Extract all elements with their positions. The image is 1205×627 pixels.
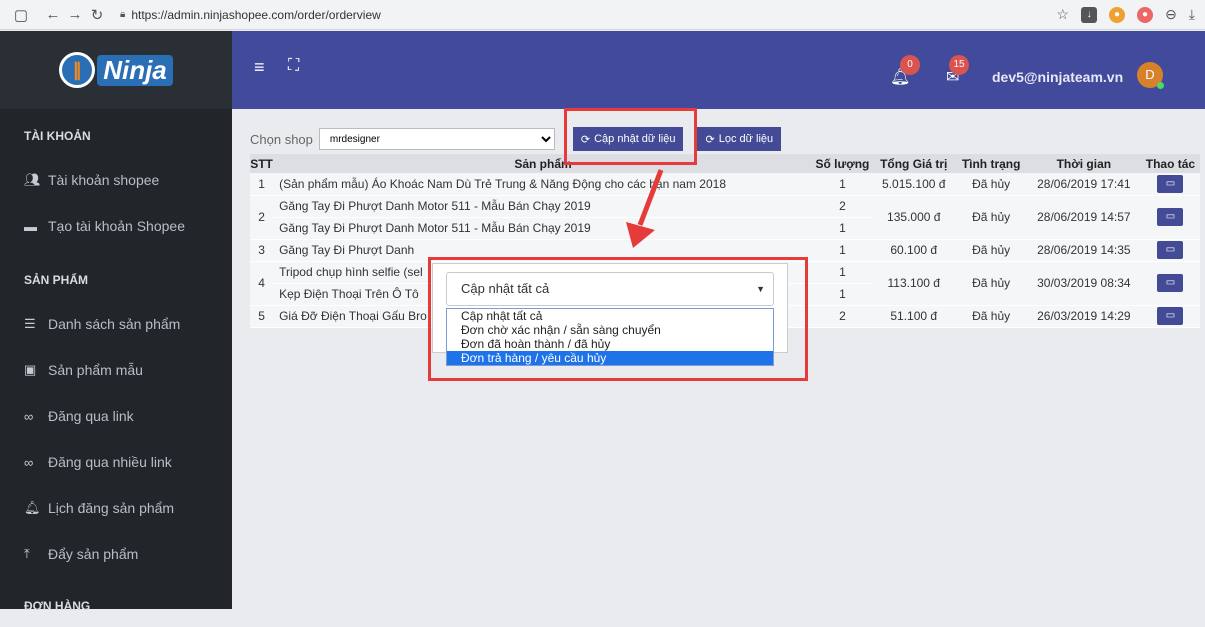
tab-icon[interactable]: ▢ [10, 6, 32, 24]
upload-icon: ⤒ [24, 546, 30, 561]
sidebar-item-push-products[interactable]: ⤒ Đẩy sản phẩm [0, 531, 232, 577]
user-email[interactable]: dev5@ninjateam.vn [992, 69, 1123, 85]
file-icon: ▣ [24, 362, 37, 377]
hamburger-icon[interactable]: ≡ [254, 57, 265, 78]
ninja-logo[interactable]: ∥ Ninja [59, 52, 173, 88]
notification-count-badge: 0 [900, 55, 920, 75]
sidebar-item-shopee-accounts[interactable]: 👥︎ Tài khoản shopee [0, 157, 232, 203]
extension-icon[interactable]: ● [1109, 6, 1126, 23]
browser-toolbar: ▢ ← → ↻ 🔒︎ https://admin.ninjashopee.com… [0, 0, 1205, 30]
store-icon: ▬ [24, 218, 37, 234]
download-extension-icon[interactable]: ↓ [1081, 6, 1098, 23]
link-icon: ∞ [24, 454, 34, 470]
fullscreen-icon[interactable]: ⛶ [288, 57, 299, 75]
sidebar-section-orders: ĐƠN HÀNG [24, 599, 91, 613]
table-row: 1 (Sản phẩm mẫu) Áo Khoác Nam Dù Trẻ Tru… [250, 173, 1200, 196]
filter-data-button[interactable]: ⟳ Lọc dữ liệu [697, 127, 782, 151]
refresh-icon: ⟳ [705, 133, 715, 146]
url-text: https://admin.ninjashopee.com/order/orde… [131, 7, 381, 22]
profile-icon[interactable]: ⊖ [1165, 6, 1177, 23]
sidebar-section-account: TÀI KHOẢN [24, 129, 91, 143]
col-header: Số lượng [812, 154, 872, 173]
reload-icon[interactable]: ↻ [86, 6, 108, 24]
sidebar-item-post-multiple-links[interactable]: ∞ Đăng qua nhiều link [0, 439, 232, 485]
col-header: Thời gian [1026, 154, 1141, 173]
extension-icon[interactable]: ● [1137, 6, 1154, 23]
col-header: Sản phẩm [273, 154, 813, 173]
users-icon: 👥︎ [24, 172, 41, 187]
sidebar-item-post-via-link[interactable]: ∞ Đăng qua link [0, 393, 232, 439]
annotation-highlight-box [428, 257, 808, 381]
open-folder-icon[interactable]: ▭ [1157, 307, 1184, 325]
open-folder-icon[interactable]: ▭ [1157, 241, 1184, 259]
col-header: STT [250, 154, 274, 173]
lock-icon: 🔒︎ [120, 9, 126, 20]
bell-icon: 🔔︎ [24, 500, 41, 515]
online-status-dot [1157, 82, 1164, 89]
sidebar-item-create-account[interactable]: ▬ Tạo tài khoản Shopee [0, 203, 232, 249]
star-icon[interactable]: ☆ [1057, 6, 1070, 23]
order-toolbar: Chọn shop mrdesigner ⟳ Cập nhật dữ liệu … [250, 127, 782, 151]
col-header: Thao tác [1140, 154, 1200, 173]
sidebar-item-post-schedule[interactable]: 🔔︎ Lịch đăng sản phẩm [0, 485, 232, 531]
sidebar-item-product-list[interactable]: ☰ Danh sách sản phẩm [0, 301, 232, 347]
back-icon[interactable]: ← [42, 6, 64, 23]
top-header: ≡ ⛶ 🔔︎ 0 ✉ 15 dev5@ninjateam.vn D [232, 31, 1205, 109]
link-icon: ∞ [24, 408, 34, 424]
table-row: 2 Găng Tay Đi Phượt Danh Motor 511 - Mẫu… [250, 195, 1200, 240]
shop-select[interactable]: mrdesigner [318, 128, 555, 150]
col-header: Tình trạng [955, 154, 1027, 173]
open-folder-icon[interactable]: ▭ [1157, 274, 1184, 292]
sidebar-item-sample-products[interactable]: ▣ Sản phẩm mẫu [0, 347, 232, 393]
col-header: Tổng Giá trị [871, 154, 956, 173]
open-folder-icon[interactable]: ▭ [1157, 208, 1184, 226]
shop-select-label: Chọn shop [250, 131, 313, 147]
sidebar: ∥ Ninja TÀI KHOẢN 👥︎ Tài khoản shopee ▬ … [0, 31, 232, 613]
sidebar-section-products: SẢN PHẨM [24, 273, 89, 287]
annotation-highlight-box [564, 108, 697, 165]
open-folder-icon[interactable]: ▭ [1157, 174, 1184, 193]
address-bar[interactable]: 🔒︎ https://admin.ninjashopee.com/order/o… [120, 8, 381, 22]
message-count-badge: 15 [949, 55, 969, 75]
forward-icon[interactable]: → [64, 6, 86, 23]
logo-mark-icon: ∥ [59, 52, 96, 88]
download-icon[interactable]: ⤓ [1189, 6, 1195, 23]
list-icon: ☰ [24, 316, 36, 331]
logo-area: ∥ Ninja [0, 31, 232, 109]
